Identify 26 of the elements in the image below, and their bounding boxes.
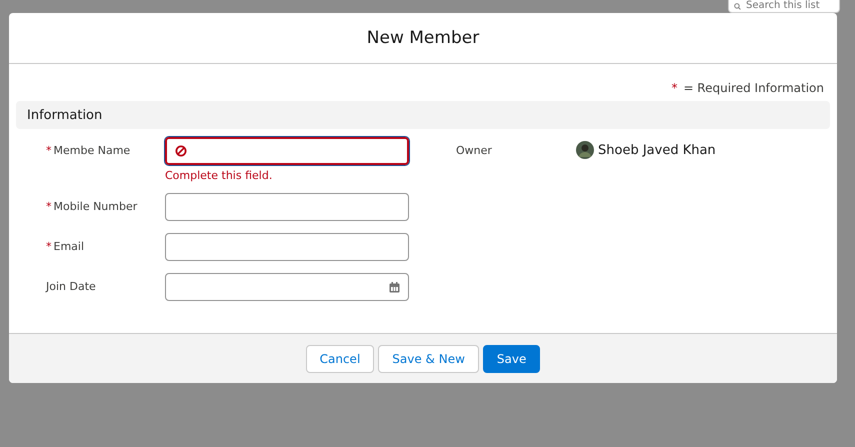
field-label: Mobile Number xyxy=(54,200,138,215)
required-asterisk: * xyxy=(671,81,678,95)
search-field[interactable]: Search this list xyxy=(728,0,840,13)
modal-title: New Member xyxy=(366,28,480,48)
search-icon xyxy=(734,0,741,12)
footer-button[interactable]: Save & New xyxy=(378,344,479,372)
error-message: Complete this field. xyxy=(165,169,274,182)
required-legend: = Required Information xyxy=(683,81,824,95)
footer-button[interactable]: Cancel xyxy=(306,344,374,372)
field-label: Membe Name xyxy=(54,144,130,159)
input-field[interactable] xyxy=(165,137,409,165)
owner-label: Owner xyxy=(455,144,493,159)
input-field[interactable] xyxy=(165,233,409,261)
section-header: Information xyxy=(16,101,830,129)
owner-name[interactable]: Shoeb Javed Khan xyxy=(598,142,716,158)
field-label: Join Date xyxy=(46,280,96,295)
error-icon xyxy=(175,145,187,157)
required-asterisk: * xyxy=(46,144,52,159)
avatar-icon xyxy=(576,141,594,159)
calendar-icon[interactable] xyxy=(389,282,400,292)
field-label: Email xyxy=(54,240,84,255)
date-field[interactable] xyxy=(165,273,409,301)
input-field[interactable] xyxy=(165,193,409,221)
footer-button[interactable]: Save xyxy=(482,344,540,372)
required-asterisk: * xyxy=(46,240,52,255)
required-asterisk: * xyxy=(46,200,52,215)
